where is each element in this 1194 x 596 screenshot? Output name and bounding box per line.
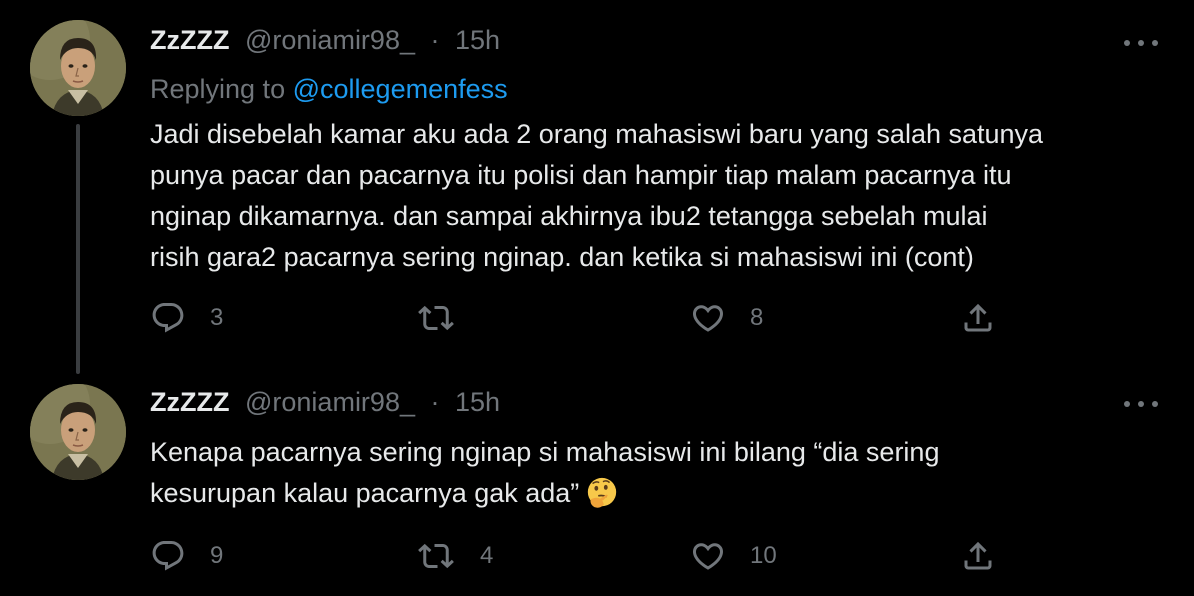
- retweet-icon: [418, 538, 454, 574]
- reply-count: 9: [210, 542, 224, 569]
- display-name[interactable]: ZzZZZ: [150, 387, 229, 417]
- tweet-text: Jadi disebelah kamar aku ada 2 orang mah…: [150, 114, 1160, 278]
- tweet-text-line-content: kesurupan kalau pacarnya gak ada”: [150, 478, 580, 508]
- like-button[interactable]: 10: [690, 536, 777, 576]
- tweet-text-line: kesurupan kalau pacarnya gak ada”: [150, 473, 1160, 514]
- tweet-text-line: Jadi disebelah kamar aku ada 2 orang mah…: [150, 119, 1044, 149]
- thinking-face-emoji: [585, 476, 619, 510]
- retweet-icon: [418, 300, 454, 336]
- share-icon: [960, 538, 996, 574]
- tweet-header: ZzZZZ @roniamir98_ · 15h: [150, 386, 500, 418]
- avatar-image: [30, 384, 126, 480]
- user-handle[interactable]: @roniamir98_: [245, 25, 415, 55]
- share-icon: [960, 300, 996, 336]
- tweet-header: ZzZZZ @roniamir98_ · 15h: [150, 24, 500, 56]
- tweet-text-line: risih gara2 pacarnya sering nginap. dan …: [150, 242, 974, 272]
- user-handle[interactable]: @roniamir98_: [245, 387, 415, 417]
- tweet-text-line: Kenapa pacarnya sering nginap si mahasis…: [150, 437, 940, 467]
- tweet[interactable]: ZzZZZ @roniamir98_ · 15h Replying to @co…: [0, 0, 1194, 370]
- replying-prefix: Replying to: [150, 74, 286, 104]
- like-button[interactable]: 8: [690, 298, 763, 338]
- more-icon[interactable]: [1124, 399, 1158, 409]
- tweet-text-line: punya pacar dan pacarnya itu polisi dan …: [150, 160, 1012, 190]
- like-count: 8: [750, 304, 764, 331]
- timestamp[interactable]: 15h: [455, 387, 500, 417]
- tweet[interactable]: ZzZZZ @roniamir98_ · 15h Kenapa pacarnya…: [0, 370, 1194, 596]
- retweet-count: 4: [480, 542, 494, 569]
- reply-button[interactable]: 9: [150, 536, 223, 576]
- share-button[interactable]: [960, 536, 996, 576]
- reply-icon: [150, 300, 186, 336]
- tweet-text-line: nginap dikamarnya. dan sampai akhirnya i…: [150, 201, 988, 231]
- avatar[interactable]: [30, 384, 126, 480]
- more-icon[interactable]: [1124, 38, 1158, 48]
- like-icon: [690, 300, 726, 336]
- share-button[interactable]: [960, 298, 996, 338]
- avatar-image: [30, 20, 126, 116]
- timestamp[interactable]: 15h: [455, 25, 500, 55]
- separator-dot: ·: [430, 387, 440, 417]
- tweet-text: Kenapa pacarnya sering nginap si mahasis…: [150, 432, 1160, 514]
- avatar[interactable]: [30, 20, 126, 116]
- mention-link[interactable]: @collegemenfess: [293, 74, 508, 104]
- tweet-actions: 3 8: [150, 298, 1020, 338]
- replying-to: Replying to @collegemenfess: [150, 72, 508, 106]
- like-icon: [690, 538, 726, 574]
- reply-count: 3: [210, 304, 224, 331]
- separator-dot: ·: [430, 25, 440, 55]
- retweet-button[interactable]: 4: [418, 536, 493, 576]
- display-name[interactable]: ZzZZZ: [150, 25, 229, 55]
- retweet-button[interactable]: [418, 298, 480, 338]
- like-count: 10: [750, 542, 777, 569]
- reply-button[interactable]: 3: [150, 298, 223, 338]
- tweet-actions: 9 4 10: [150, 536, 1020, 576]
- reply-icon: [150, 538, 186, 574]
